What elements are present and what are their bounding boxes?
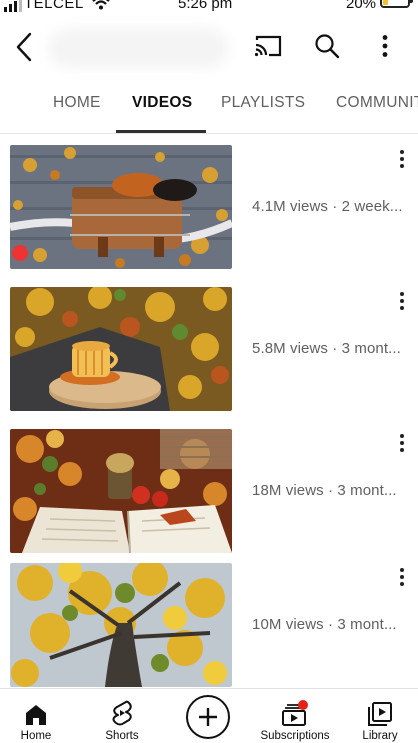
video-meta: 18M views · 3 mont... xyxy=(252,482,397,499)
video-more-icon[interactable] xyxy=(392,431,412,455)
wifi-icon xyxy=(92,0,110,10)
video-thumbnail[interactable] xyxy=(10,287,232,411)
subscriptions-icon xyxy=(282,700,308,726)
video-thumbnail[interactable] xyxy=(10,563,232,687)
battery-icon xyxy=(380,0,413,8)
video-meta: 5.8M views · 3 mont... xyxy=(252,340,401,357)
tabs-divider xyxy=(0,133,418,134)
tab-community[interactable]: COMMUNITY xyxy=(336,94,418,112)
carrier-name: TELCEL xyxy=(24,0,84,12)
channel-tabs: HOME VIDEOS PLAYLISTS COMMUNITY xyxy=(0,84,418,134)
video-meta: 10M views · 3 mont... xyxy=(252,616,397,633)
nav-library-label: Library xyxy=(362,730,398,742)
more-vert-icon[interactable] xyxy=(372,32,398,60)
status-bar: TELCEL 5:26 pm 20% xyxy=(0,0,418,16)
video-item[interactable]: 4.1M views · 2 week... xyxy=(0,145,418,273)
channel-title-redacted xyxy=(48,28,228,68)
nav-library[interactable]: Library xyxy=(358,689,402,743)
video-more-icon[interactable] xyxy=(392,565,412,589)
nav-subscriptions-label: Subscriptions xyxy=(260,730,330,742)
video-item[interactable]: 18M views · 3 mont... xyxy=(0,429,418,557)
nav-home-label: Home xyxy=(20,730,52,742)
video-item[interactable]: 5.8M views · 3 mont... xyxy=(0,287,418,415)
nav-shorts-label: Shorts xyxy=(105,730,139,742)
nav-home[interactable]: Home xyxy=(14,689,58,743)
shorts-icon xyxy=(112,700,132,726)
notification-dot xyxy=(298,700,308,710)
search-icon[interactable] xyxy=(312,32,342,60)
create-button[interactable] xyxy=(186,695,230,739)
bottom-nav: Home Shorts Subscriptions Library xyxy=(0,688,418,743)
tab-videos[interactable]: VIDEOS xyxy=(132,94,192,112)
home-icon xyxy=(26,705,46,725)
battery-percentage: 20% xyxy=(346,0,377,12)
video-thumbnail[interactable] xyxy=(10,429,232,553)
back-arrow-icon[interactable] xyxy=(12,30,38,64)
video-thumbnail[interactable] xyxy=(10,145,232,269)
nav-subscriptions[interactable]: Subscriptions xyxy=(256,689,334,743)
create-plus-icon xyxy=(199,708,217,726)
battery-level xyxy=(383,0,388,5)
video-more-icon[interactable] xyxy=(392,147,412,171)
video-more-icon[interactable] xyxy=(392,289,412,313)
tab-home[interactable]: HOME xyxy=(53,94,101,112)
clock: 5:26 pm xyxy=(178,0,233,12)
video-meta: 4.1M views · 2 week... xyxy=(252,198,403,215)
video-item[interactable]: 10M views · 3 mont... xyxy=(0,563,418,691)
library-icon xyxy=(368,702,392,726)
cast-icon[interactable] xyxy=(252,32,284,60)
nav-shorts[interactable]: Shorts xyxy=(98,689,146,743)
tab-playlists[interactable]: PLAYLISTS xyxy=(221,94,305,112)
signal-icon xyxy=(4,0,22,12)
